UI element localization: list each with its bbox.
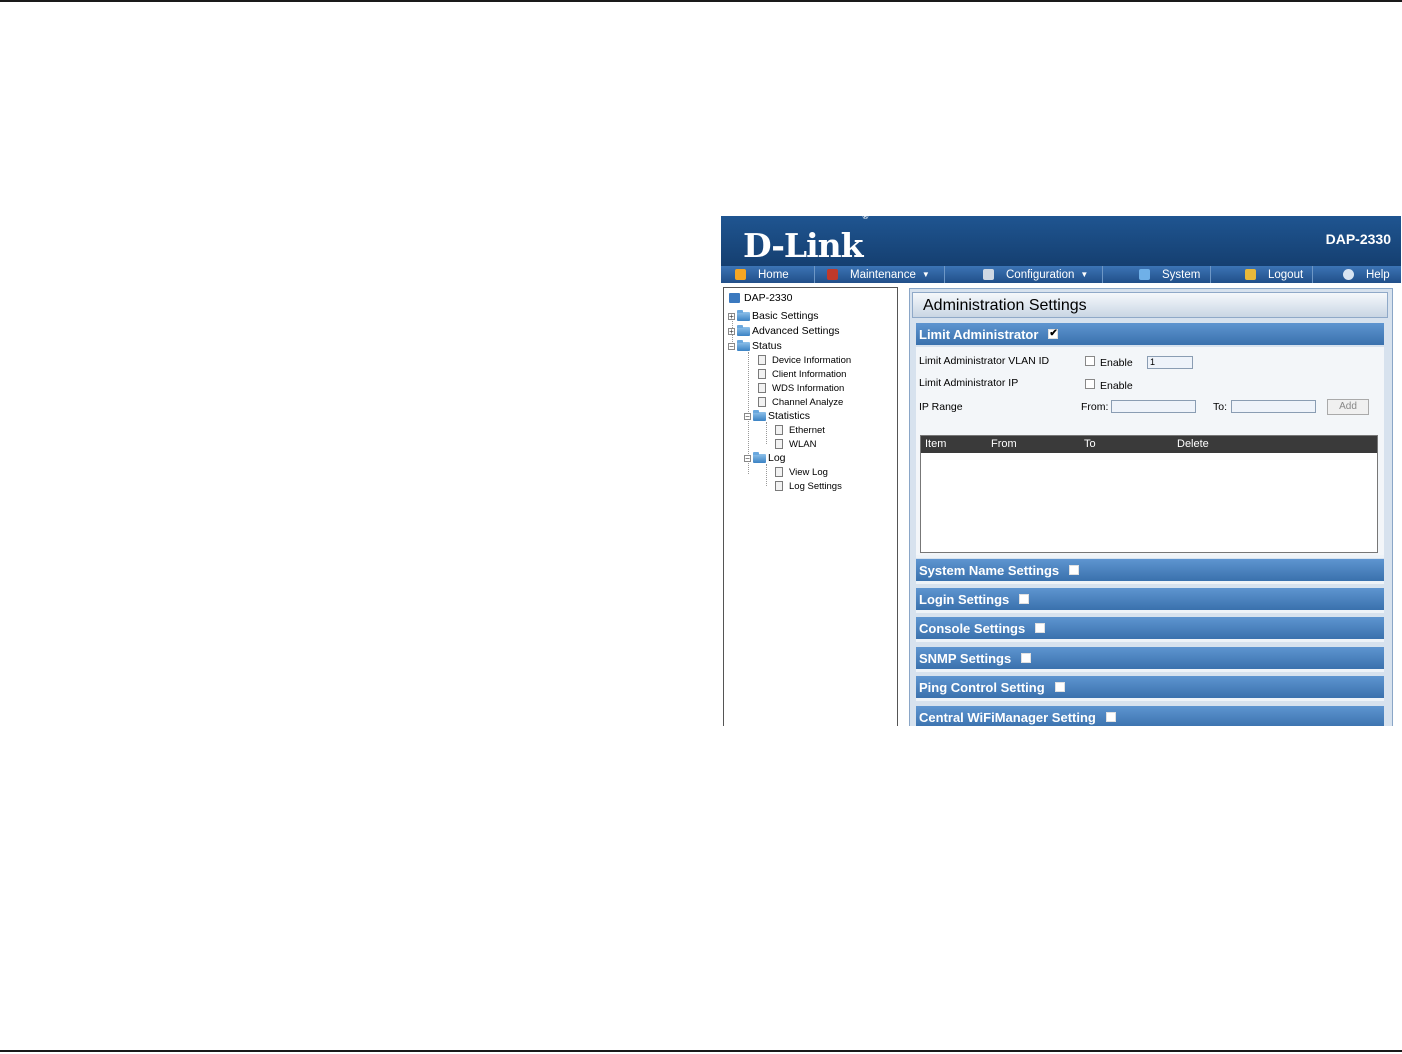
nav-home[interactable]: Home <box>721 266 815 283</box>
expand-icon[interactable]: + <box>728 327 735 335</box>
tree-item-device-information[interactable]: Device Information <box>758 353 851 367</box>
expand-icon[interactable]: + <box>728 312 735 320</box>
nav-logout[interactable]: Logout <box>1211 266 1313 283</box>
tree-connector <box>766 464 767 486</box>
tree-item-client-information[interactable]: Client Information <box>758 367 846 381</box>
ip-from-input[interactable] <box>1111 400 1196 413</box>
tree-item-wds-information[interactable]: WDS Information <box>758 381 844 395</box>
tools-icon <box>827 269 838 280</box>
tree-item-statistics[interactable]: − Statistics <box>744 409 810 423</box>
browser-screenshot: D-Link® DAP-2330 Home Maintenance ▼ Confi… <box>721 216 1401 726</box>
tree-item-log-settings[interactable]: Log Settings <box>775 479 842 493</box>
tree-item-basic-settings[interactable]: + Basic Settings <box>728 309 819 323</box>
vlan-enable-checkbox[interactable] <box>1085 356 1095 366</box>
tree-item-ethernet[interactable]: Ethernet <box>775 423 825 437</box>
vlan-enable-label: Enable <box>1100 357 1133 369</box>
chevron-down-icon: ▼ <box>921 270 930 279</box>
section-gap <box>916 581 1384 584</box>
section-gap <box>916 610 1384 613</box>
snmp-settings-checkbox[interactable] <box>1021 653 1032 663</box>
nav-configuration[interactable]: Configuration ▼ <box>945 266 1103 283</box>
main-nav: Home Maintenance ▼ Configuration ▼ System … <box>721 266 1401 283</box>
central-wifimanager-checkbox[interactable] <box>1105 712 1116 722</box>
section-gap <box>916 639 1384 642</box>
ip-enable-label: Enable <box>1100 380 1133 392</box>
column-item: Item <box>925 438 947 450</box>
model-name: DAP-2330 <box>1325 231 1391 247</box>
collapse-icon[interactable]: − <box>728 342 735 350</box>
document-icon <box>758 397 766 407</box>
limit-administrator-body: Limit Administrator VLAN ID Enable 1 Lim… <box>916 347 1384 555</box>
tree-item-log[interactable]: − Log <box>744 451 786 465</box>
login-settings-checkbox[interactable] <box>1019 594 1030 604</box>
page-bottom-rule <box>0 1050 1402 1052</box>
section-central-wifimanager-setting[interactable]: Central WiFiManager Setting <box>916 706 1384 726</box>
disk-icon <box>983 269 994 280</box>
document-icon <box>758 383 766 393</box>
tree-item-advanced-settings[interactable]: + Advanced Settings <box>728 324 840 338</box>
help-icon <box>1343 269 1354 280</box>
chevron-down-icon: ▼ <box>1080 270 1089 279</box>
computer-icon <box>729 293 740 303</box>
tree-item-channel-analyze[interactable]: Channel Analyze <box>758 395 843 409</box>
section-system-name-settings[interactable]: System Name Settings <box>916 559 1384 581</box>
section-ping-control-setting[interactable]: Ping Control Setting <box>916 676 1384 698</box>
folder-icon <box>737 324 750 336</box>
system-name-checkbox[interactable] <box>1069 565 1080 575</box>
from-label: From: <box>1081 401 1109 413</box>
vlan-id-input[interactable]: 1 <box>1147 356 1193 369</box>
column-from: From <box>991 438 1017 450</box>
folder-open-icon <box>753 409 766 421</box>
ip-enable-checkbox[interactable] <box>1085 379 1095 389</box>
nav-maintenance[interactable]: Maintenance ▼ <box>815 266 945 283</box>
system-icon <box>1139 269 1150 280</box>
tree-item-status[interactable]: − Status <box>728 339 782 353</box>
column-delete: Delete <box>1177 438 1209 450</box>
navigation-tree: DAP-2330 + Basic Settings + Advanced Setti… <box>723 287 898 726</box>
tree-item-view-log[interactable]: View Log <box>775 465 828 479</box>
document-icon <box>775 425 783 435</box>
collapse-icon[interactable]: − <box>744 412 751 420</box>
home-icon <box>735 269 746 280</box>
tree-item-wlan[interactable]: WLAN <box>775 437 816 451</box>
admin-ip-label: Limit Administrator IP <box>919 377 1019 389</box>
nav-system[interactable]: System <box>1103 266 1211 283</box>
section-gap <box>916 698 1384 701</box>
section-limit-administrator[interactable]: Limit Administrator ✔ <box>916 323 1384 345</box>
section-snmp-settings[interactable]: SNMP Settings <box>916 647 1384 669</box>
folder-open-icon <box>753 451 766 463</box>
collapse-icon[interactable]: − <box>744 454 751 462</box>
header-banner: D-Link® DAP-2330 <box>721 216 1401 266</box>
document-icon <box>775 467 783 477</box>
section-login-settings[interactable]: Login Settings <box>916 588 1384 610</box>
page-top-rule <box>0 0 1402 2</box>
tree-item-root[interactable]: DAP-2330 <box>729 291 792 305</box>
document-icon <box>775 481 783 491</box>
ip-range-label: IP Range <box>919 401 963 413</box>
folder-icon <box>737 309 750 321</box>
folder-open-icon <box>737 339 750 351</box>
document-icon <box>775 439 783 449</box>
tree-connector <box>766 422 767 444</box>
add-button[interactable]: Add <box>1327 399 1369 415</box>
section-gap <box>916 669 1384 672</box>
key-icon <box>1245 269 1256 280</box>
ip-to-input[interactable] <box>1231 400 1316 413</box>
column-to: To <box>1084 438 1096 450</box>
content-panel: Administration Settings Limit Administra… <box>909 288 1393 726</box>
vlan-id-label: Limit Administrator VLAN ID <box>919 355 1050 367</box>
ip-range-table: Item From To Delete <box>920 435 1378 553</box>
page-title: Administration Settings <box>912 292 1388 318</box>
table-header: Item From To Delete <box>921 436 1377 453</box>
limit-administrator-checkbox[interactable]: ✔ <box>1048 329 1059 339</box>
console-settings-checkbox[interactable] <box>1035 623 1046 633</box>
document-icon <box>758 369 766 379</box>
nav-help[interactable]: Help <box>1313 266 1401 283</box>
section-console-settings[interactable]: Console Settings <box>916 617 1384 639</box>
dlink-logo: D-Link® <box>743 216 868 265</box>
ping-control-checkbox[interactable] <box>1054 682 1065 692</box>
to-label: To: <box>1213 401 1228 413</box>
document-icon <box>758 355 766 365</box>
section-gap <box>916 555 1384 558</box>
